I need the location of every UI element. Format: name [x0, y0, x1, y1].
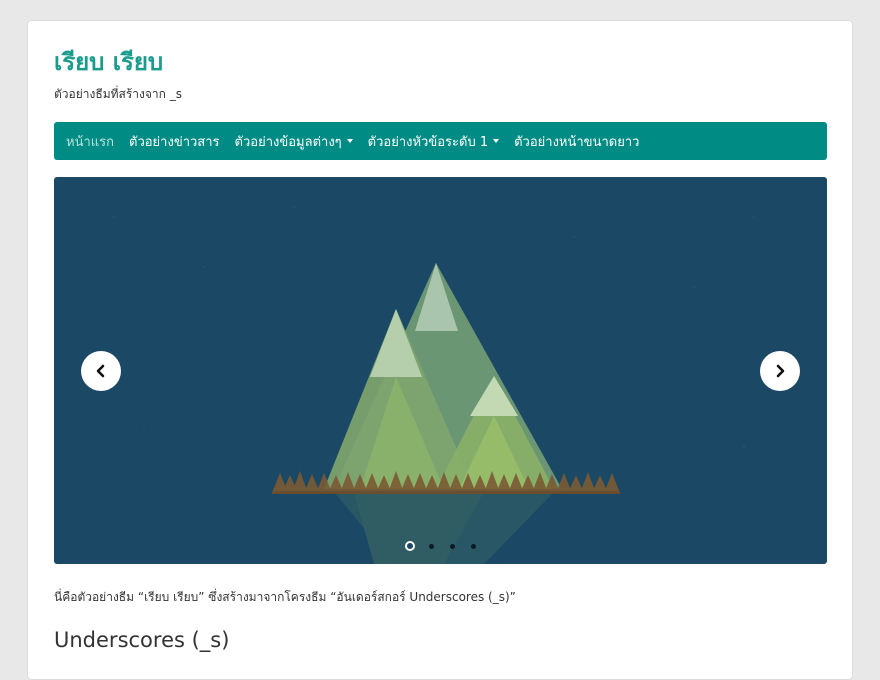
carousel-dot-2[interactable]: [429, 543, 434, 549]
carousel-dot-3[interactable]: [450, 543, 455, 549]
mountain-illustration: [112, 205, 756, 564]
carousel-next-button[interactable]: [760, 351, 800, 391]
section-heading: Underscores (_s): [54, 628, 230, 652]
nav-item-label: ตัวอย่างหน้าขนาดยาว: [514, 134, 640, 150]
site-description: ตัวอย่างธีมที่สร้างจาก _s: [54, 87, 182, 101]
page-container: เรียบ เรียบ ตัวอย่างธีมที่สร้างจาก _s หน…: [27, 20, 853, 680]
site-title[interactable]: เรียบ เรียบ: [54, 47, 163, 77]
nav-item-label: หน้าแรก: [66, 134, 114, 150]
carousel-dot-1[interactable]: [405, 541, 415, 551]
nav-item-data[interactable]: ตัวอย่างข้อมูลต่างๆ: [235, 131, 353, 152]
chevron-left-icon: [96, 364, 105, 378]
chevron-right-icon: [776, 364, 785, 378]
nav-item-news[interactable]: ตัวอย่างข่าวสาร: [129, 131, 220, 152]
caret-down-icon: [493, 139, 500, 143]
carousel-indicators: [405, 541, 492, 551]
nav-item-label: ตัวอย่างหัวข้อระดับ 1: [367, 134, 489, 150]
carousel-prev-button[interactable]: [81, 351, 121, 391]
intro-text: นี่คือตัวอย่างธีม “เรียบ เรียบ” ซึ่งสร้า…: [54, 590, 516, 604]
nav-item-label: ตัวอย่างข่าวสาร: [129, 134, 220, 150]
nav-item-long-page[interactable]: ตัวอย่างหน้าขนาดยาว: [514, 131, 639, 152]
carousel-dot-4[interactable]: [471, 543, 476, 549]
image-carousel: [54, 177, 827, 564]
main-navbar: หน้าแรก ตัวอย่างข่าวสาร ตัวอย่างข้อมูลต่…: [54, 122, 827, 160]
nav-item-label: ตัวอย่างข้อมูลต่างๆ: [234, 134, 342, 150]
caret-down-icon: [346, 139, 353, 143]
nav-item-home[interactable]: หน้าแรก: [66, 131, 114, 152]
nav-item-heading-level-1[interactable]: ตัวอย่างหัวข้อระดับ 1: [367, 131, 500, 152]
